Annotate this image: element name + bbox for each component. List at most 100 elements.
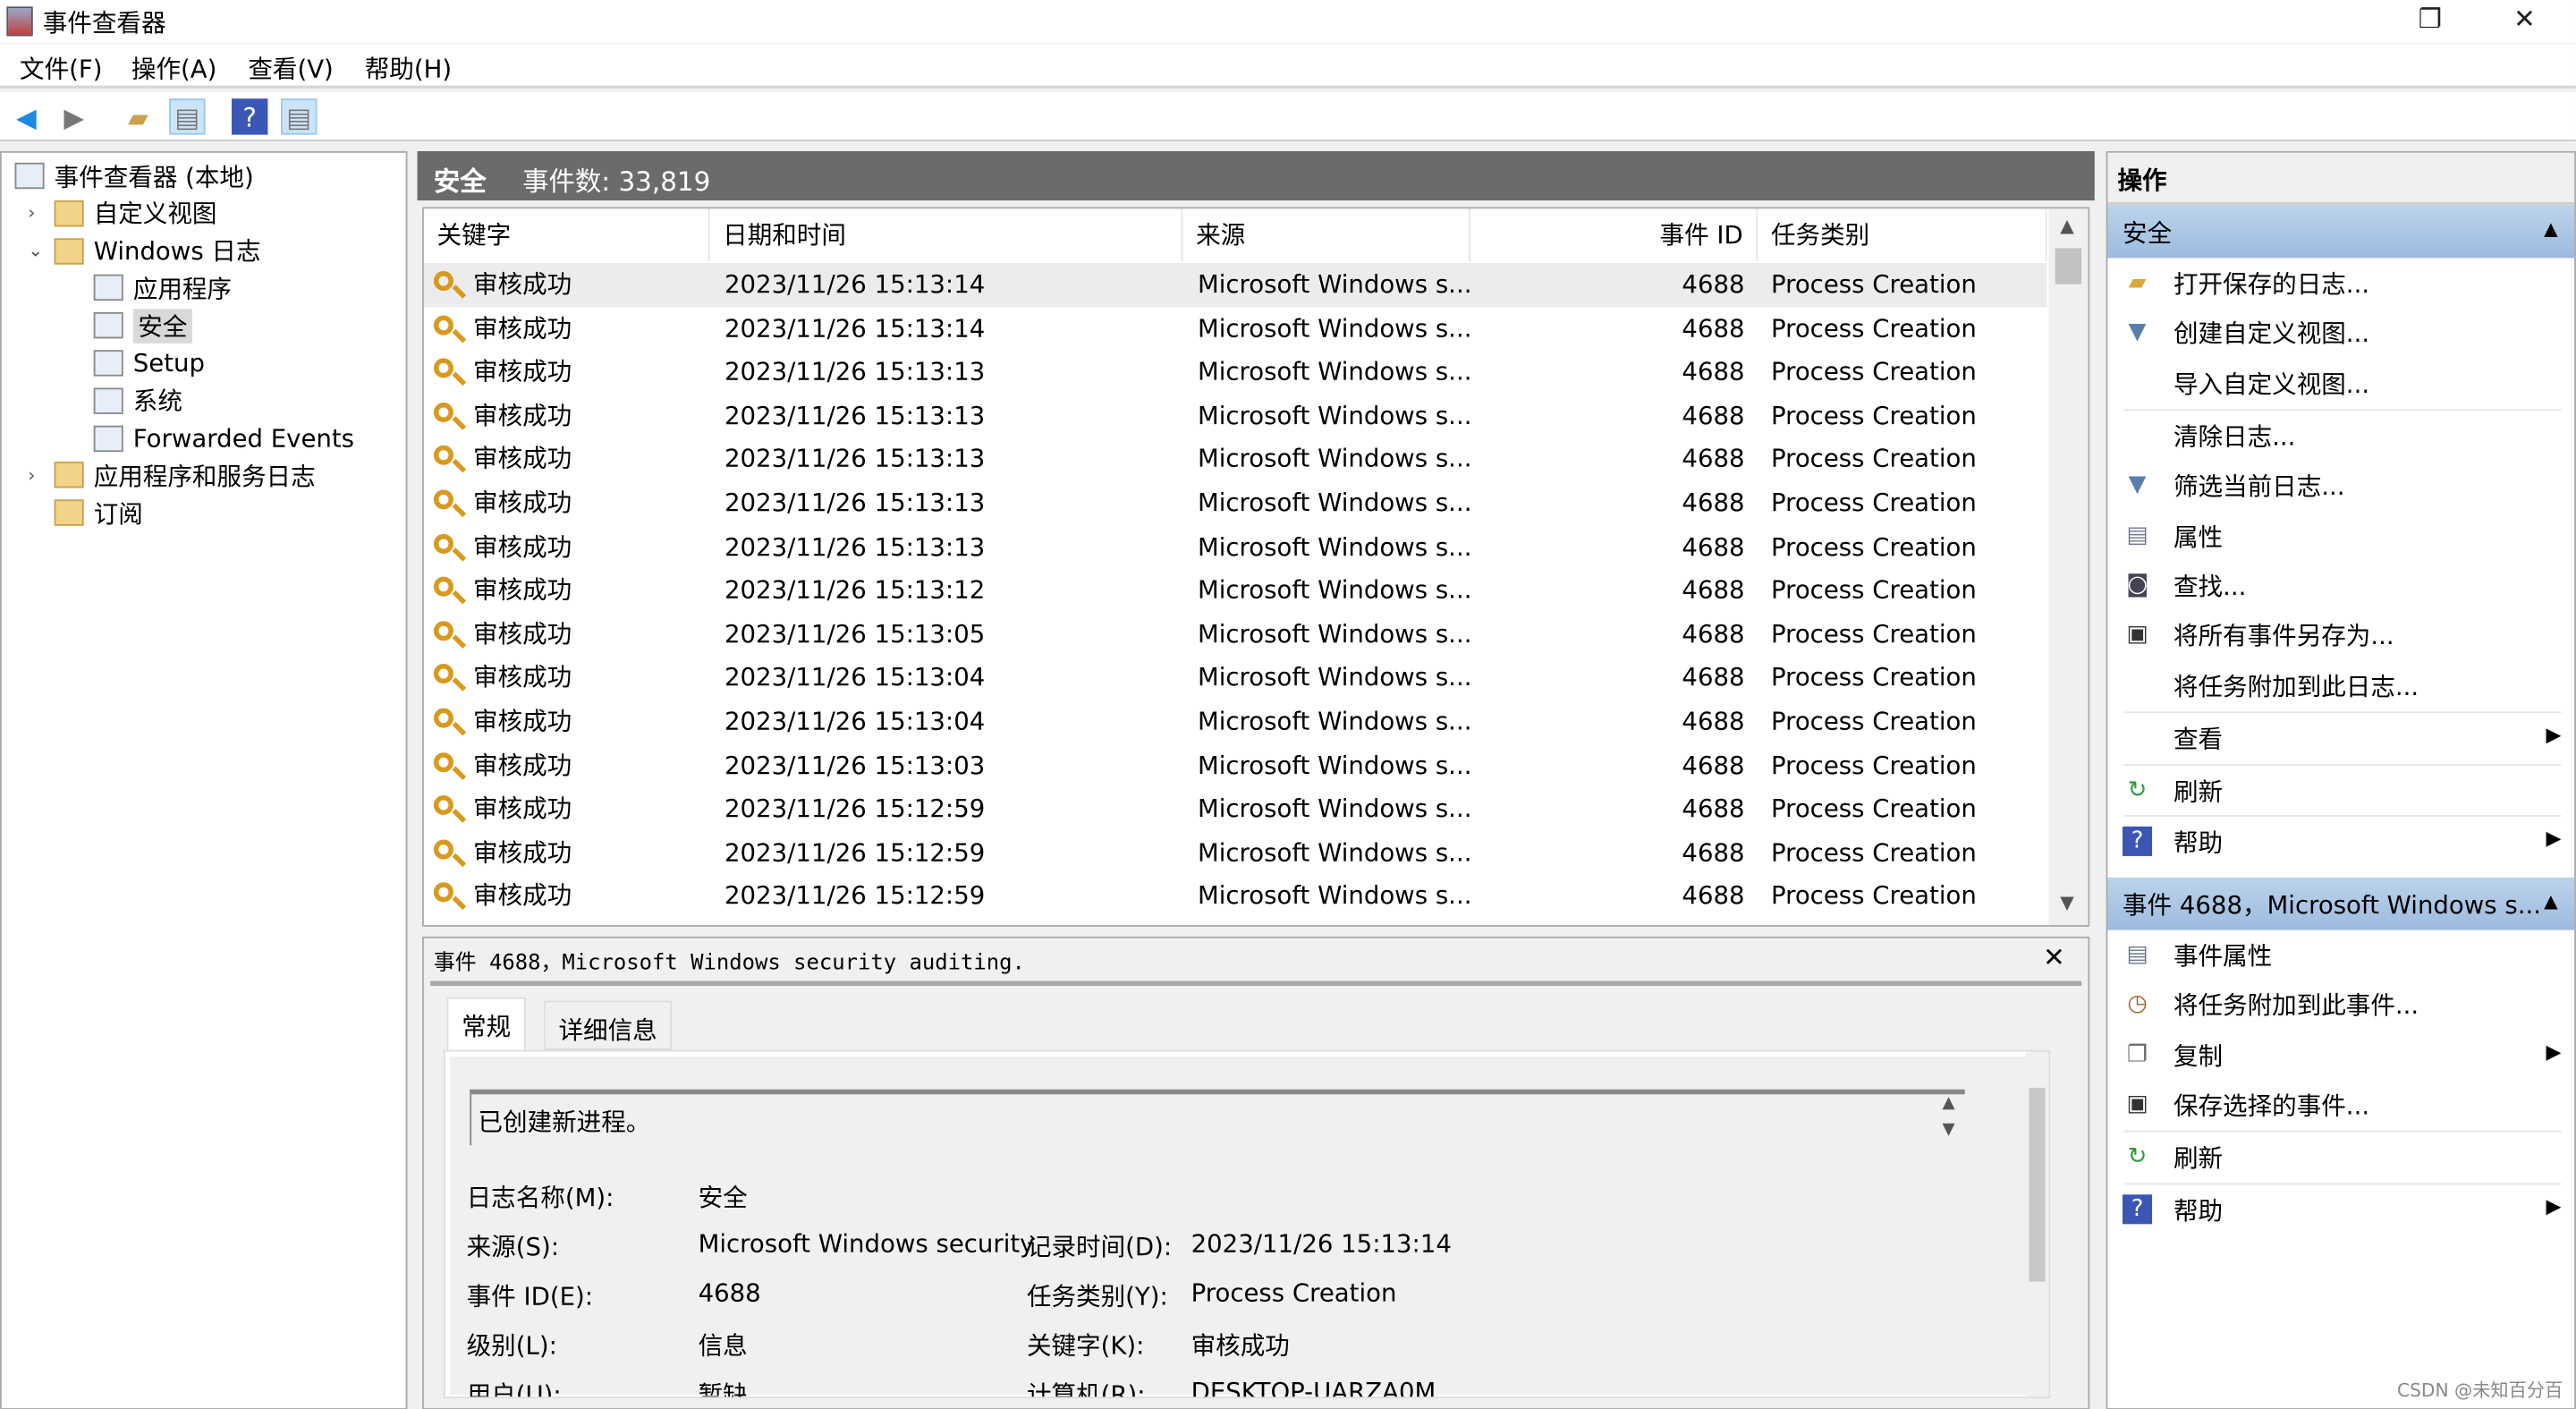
menu-bar: 文件(F) 操作(A) 查看(V) 帮助(H) (0, 44, 2576, 89)
event-list-scrollbar[interactable]: ▲ ▼ (2048, 208, 2089, 926)
menu-help[interactable]: 帮助(H) (365, 51, 452, 86)
event-description[interactable]: 已创建新进程。 ▲ ▼ (470, 1089, 1965, 1146)
action-item[interactable]: ▣ 将所有事件另存为... (2107, 610, 2574, 659)
column-task-category[interactable]: 任务类别 (1758, 208, 2047, 262)
desc-scroll-up-icon[interactable]: ▲ (1943, 1094, 1955, 1112)
table-row[interactable]: 审核成功 2023/11/26 15:13:14 Microsoft Windows… (424, 307, 2047, 351)
source-value: Microsoft Windows security (698, 1228, 1035, 1259)
folder-icon (54, 462, 84, 489)
action-item[interactable]: ▣ 保存选择的事件... (2107, 1080, 2574, 1129)
action-item[interactable]: ▰ 打开保存的日志... (2107, 258, 2574, 307)
tree-item[interactable]: Forwarded Events (93, 420, 354, 455)
menu-view[interactable]: 查看(V) (248, 51, 333, 86)
table-row[interactable]: 审核成功 2023/11/26 15:13:13 Microsoft Windows… (424, 525, 2047, 569)
section-header-event[interactable]: 事件 4688，Microsoft Windows s... ▲ (2107, 877, 2575, 930)
column-datetime[interactable]: 日期和时间 (709, 208, 1183, 262)
menu-action[interactable]: 操作(A) (131, 51, 216, 86)
action-item[interactable]: 将任务附加到此日志... (2107, 660, 2574, 709)
event-id-label: 事件 ID(E): (466, 1281, 594, 1311)
tree-item[interactable]: 系统 (93, 383, 182, 419)
expander-icon[interactable]: › (28, 202, 35, 224)
log-name-label: 日志名称(M): (466, 1183, 614, 1213)
detail-scroll-thumb[interactable] (2029, 1087, 2046, 1282)
filter-icon: ▼ (2128, 471, 2147, 498)
keywords-label: 关键字(K): (1026, 1330, 1145, 1361)
task-category-value: Process Creation (1191, 1277, 1397, 1309)
table-row[interactable]: 审核成功 2023/11/26 15:13:13 Microsoft Windows… (424, 394, 2047, 437)
event-viewer-app-icon (6, 6, 33, 37)
action-item[interactable]: ? 帮助 ▶ (2107, 818, 2574, 867)
restore-icon[interactable]: ❐ (2419, 4, 2442, 35)
show-hide-action-pane-icon[interactable]: ▤ (281, 98, 318, 135)
action-item[interactable]: ? 帮助 ▶ (2107, 1184, 2574, 1234)
collapse-icon[interactable]: ▲ (2544, 218, 2558, 240)
action-item[interactable]: ▼ 创建自定义视图... (2107, 308, 2574, 357)
column-event-id[interactable]: 事件 ID (1470, 208, 1758, 262)
key-icon (433, 271, 453, 292)
table-row[interactable]: 审核成功 2023/11/26 15:13:05 Microsoft Windows… (424, 613, 2047, 657)
action-item[interactable]: ▤ 属性 (2107, 510, 2574, 559)
scroll-up-icon[interactable]: ▲ (2060, 216, 2074, 237)
title-bar: 事件查看器 ❐ ✕ (0, 0, 2576, 43)
key-icon (433, 708, 453, 728)
show-hide-tree-icon[interactable]: ▤ (169, 98, 206, 135)
table-row[interactable]: 审核成功 2023/11/26 15:13:04 Microsoft Windows… (424, 657, 2047, 700)
column-source[interactable]: 来源 (1182, 208, 1470, 262)
menu-file[interactable]: 文件(F) (20, 51, 102, 86)
back-arrow-icon[interactable]: ◀ (8, 98, 44, 134)
detail-scrollbar[interactable] (2025, 1051, 2049, 1397)
table-row[interactable]: 审核成功 2023/11/26 15:13:04 Microsoft Windows… (424, 700, 2047, 743)
action-item[interactable]: ↻ 刷新 (2107, 765, 2574, 814)
collapse-icon[interactable]: ▲ (2544, 890, 2558, 912)
scroll-down-icon[interactable]: ▼ (2060, 892, 2074, 913)
action-item[interactable]: ▤ 事件属性 (2107, 929, 2574, 979)
source-label: 来源(S): (466, 1232, 559, 1262)
desc-scroll-down-icon[interactable]: ▼ (1943, 1121, 1955, 1139)
expander-icon[interactable]: ⌄ (28, 240, 43, 261)
tree-item[interactable]: › 应用程序和服务日志 (28, 457, 315, 493)
action-item[interactable]: 导入自定义视图... (2107, 358, 2574, 407)
table-row[interactable]: 审核成功 2023/11/26 15:13:12 Microsoft Windows… (424, 569, 2047, 613)
tree-item[interactable]: 事件查看器 (本地) (14, 157, 254, 193)
tree-item[interactable]: 订阅 (54, 495, 143, 530)
action-item[interactable]: ❐ 复制 ▶ (2107, 1030, 2574, 1079)
column-keyword[interactable]: 关键字 (424, 208, 710, 262)
section-header-security[interactable]: 安全 ▲ (2107, 205, 2575, 259)
table-row[interactable]: 审核成功 2023/11/26 15:13:13 Microsoft Windows… (424, 351, 2047, 395)
close-icon[interactable]: ✕ (2513, 4, 2536, 35)
table-row[interactable]: 审核成功 2023/11/26 15:12:59 Microsoft Windows… (424, 787, 2047, 831)
table-row[interactable]: 审核成功 2023/11/26 15:13:14 Microsoft Windows… (423, 262, 2047, 307)
action-item[interactable]: 清除日志... (2107, 411, 2574, 460)
table-row[interactable]: 审核成功 2023/11/26 15:13:13 Microsoft Windows… (424, 437, 2047, 481)
table-row[interactable]: 审核成功 2023/11/26 15:13:13 Microsoft Windows… (424, 481, 2047, 525)
event-id-value: 4688 (698, 1277, 761, 1309)
action-item[interactable]: ◙ 查找... (2107, 560, 2574, 609)
help-icon[interactable]: ? (231, 98, 268, 135)
cell-keyword: 审核成功 (472, 444, 572, 474)
tab-general[interactable]: 常规 (446, 997, 526, 1050)
tree-item[interactable]: Setup (93, 345, 205, 381)
cell-datetime: 2023/11/26 15:13:13 (724, 444, 986, 474)
cell-event-id: 4688 (1682, 269, 1745, 300)
table-row[interactable]: 审核成功 2023/11/26 15:12:59 Microsoft Windows… (424, 831, 2047, 875)
close-icon[interactable]: ✕ (2043, 941, 2065, 972)
action-item[interactable]: ↻ 刷新 (2107, 1132, 2574, 1181)
action-item[interactable]: 查看 ▶ (2107, 712, 2574, 761)
forward-arrow-icon[interactable]: ▶ (55, 98, 91, 134)
expander-icon[interactable]: › (28, 465, 35, 487)
action-item[interactable]: ◷ 将任务附加到此事件... (2107, 980, 2574, 1029)
table-row[interactable]: 审核成功 2023/11/26 15:13:03 Microsoft Windows… (424, 743, 2047, 787)
tree-item[interactable]: 安全 (93, 308, 192, 344)
folder-up-icon[interactable]: ▰ (120, 98, 156, 134)
tree-item[interactable]: › 自定义视图 (28, 195, 216, 231)
section-title: 事件 4688，Microsoft Windows s... (2123, 890, 2542, 921)
table-row[interactable]: 审核成功 2023/11/26 15:12:59 Microsoft Windows… (424, 875, 2047, 919)
computer-label: 计算机(R): (1026, 1379, 1146, 1399)
cell-source: Microsoft Windows s... (1197, 356, 1472, 386)
scroll-thumb[interactable] (2055, 248, 2082, 284)
tab-details[interactable]: 详细信息 (543, 1000, 673, 1050)
tree-item[interactable]: ⌄ Windows 日志 (28, 233, 260, 268)
action-item[interactable]: ▼ 筛选当前日志... (2107, 460, 2574, 509)
cell-source: Microsoft Windows s... (1197, 575, 1472, 606)
tree-item[interactable]: 应用程序 (93, 270, 232, 306)
